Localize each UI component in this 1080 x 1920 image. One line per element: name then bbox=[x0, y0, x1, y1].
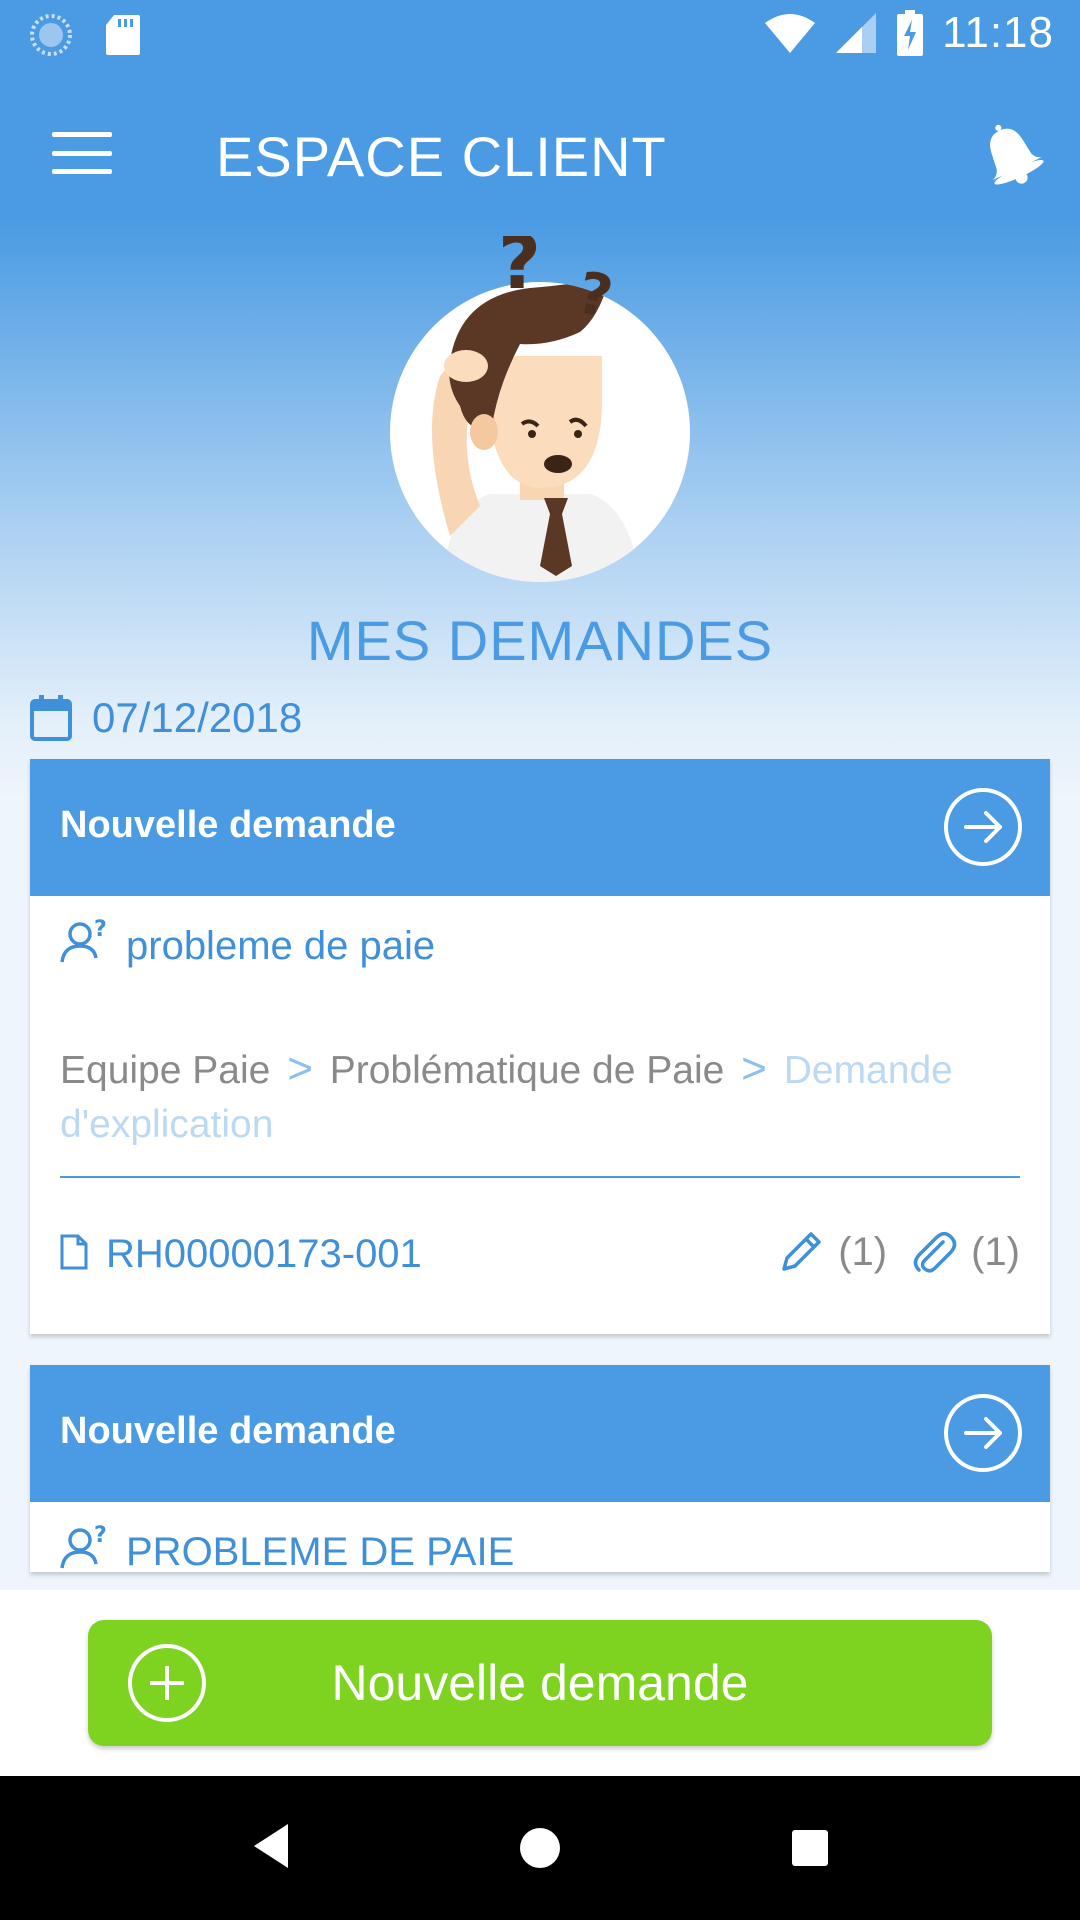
wifi-icon bbox=[765, 14, 816, 53]
path-item: Equipe Paie bbox=[60, 1049, 271, 1092]
app-title: ESPACE CLIENT bbox=[216, 125, 667, 188]
subject-row: ? probleme de paie bbox=[30, 896, 1050, 996]
reference-number: RH00000173-001 bbox=[106, 1232, 422, 1276]
battery-charging-icon bbox=[897, 10, 924, 56]
request-card[interactable]: Nouvelle demande ? PROBLEME DE PAIE bbox=[30, 1365, 1050, 1572]
app-bar: ESPACE CLIENT bbox=[0, 96, 1080, 216]
path-separator: > bbox=[741, 1044, 767, 1093]
pencil-icon[interactable] bbox=[778, 1229, 824, 1275]
confused-character-illustration: ? ? bbox=[380, 236, 700, 586]
sync-icon bbox=[30, 14, 72, 56]
new-request-button[interactable]: Nouvelle demande bbox=[88, 1620, 992, 1746]
calendar-icon bbox=[30, 695, 72, 741]
category-path: Equipe Paie > Problématique de Paie > De… bbox=[30, 996, 1050, 1176]
bottom-action-area: Nouvelle demande bbox=[0, 1590, 1080, 1776]
home-icon[interactable] bbox=[520, 1828, 560, 1868]
card-footer: RH00000173-001 (1) (1) bbox=[30, 1178, 1050, 1313]
attachments-count: (1) bbox=[971, 1229, 1020, 1274]
comments-count: (1) bbox=[838, 1229, 888, 1274]
card-subject: probleme de paie bbox=[126, 924, 436, 968]
sd-card-icon bbox=[106, 15, 140, 55]
status-bar: 11:18 bbox=[0, 0, 1080, 72]
card-status: Nouvelle demande bbox=[60, 804, 396, 846]
date-row: 07/12/2018 bbox=[30, 694, 302, 742]
request-card[interactable]: Nouvelle demande ? probleme de paie Equi… bbox=[30, 759, 1050, 1334]
status-time: 11:18 bbox=[942, 8, 1054, 57]
path-separator: > bbox=[287, 1044, 313, 1093]
back-icon[interactable] bbox=[248, 1820, 292, 1872]
subject-row: ? PROBLEME DE PAIE bbox=[30, 1502, 1050, 1572]
svg-text:?: ? bbox=[498, 236, 541, 306]
signal-icon bbox=[836, 13, 877, 53]
svg-text:?: ? bbox=[94, 1523, 107, 1548]
date-label: 07/12/2018 bbox=[92, 694, 303, 741]
svg-text:?: ? bbox=[94, 917, 107, 942]
card-status: Nouvelle demande bbox=[60, 1410, 396, 1452]
user-question-icon: ? bbox=[60, 1523, 107, 1569]
arrow-right-circle-icon[interactable] bbox=[944, 788, 1022, 866]
system-nav-bar bbox=[0, 1776, 1080, 1920]
bell-icon[interactable] bbox=[976, 120, 1046, 190]
path-item: Problématique de Paie bbox=[329, 1049, 725, 1092]
card-counters: (1) (1) bbox=[778, 1228, 1020, 1276]
menu-icon[interactable] bbox=[52, 132, 112, 174]
card-header: Nouvelle demande bbox=[30, 1365, 1050, 1502]
user-question-icon: ? bbox=[60, 917, 107, 963]
paperclip-icon[interactable] bbox=[911, 1228, 957, 1276]
new-request-label: Nouvelle demande bbox=[331, 1655, 749, 1711]
page-title: MES DEMANDES bbox=[306, 609, 774, 672]
recents-icon[interactable] bbox=[792, 1830, 828, 1866]
card-subject: PROBLEME DE PAIE bbox=[126, 1530, 515, 1572]
arrow-right-circle-icon[interactable] bbox=[944, 1394, 1022, 1472]
document-icon bbox=[60, 1234, 88, 1270]
card-header: Nouvelle demande bbox=[30, 759, 1050, 896]
